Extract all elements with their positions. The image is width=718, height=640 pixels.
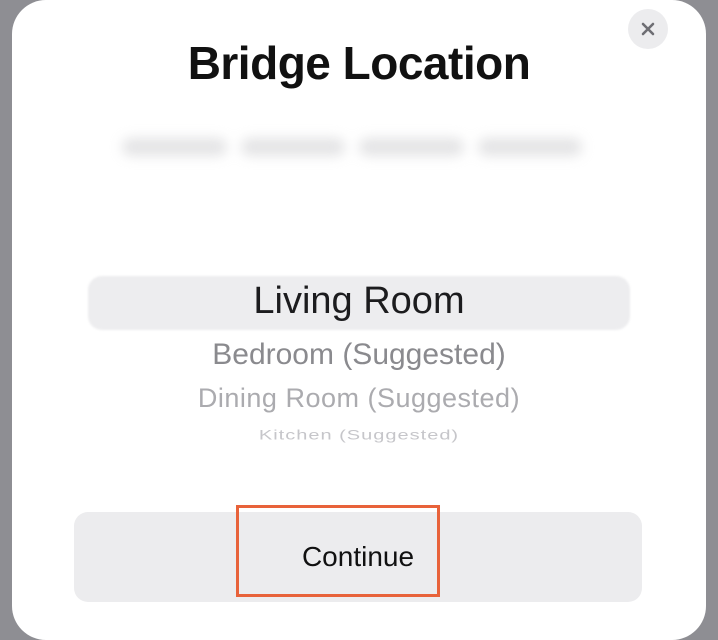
picker-blurred-row-top: ​ (12, 238, 706, 269)
picker-blurred-row-bottom: ​ (12, 452, 706, 470)
continue-button[interactable]: Continue (74, 512, 642, 602)
blurred-description (122, 130, 582, 164)
picker-option[interactable]: Kitchen (Suggested) (12, 427, 706, 443)
picker-selected-option[interactable]: Living Room (12, 280, 706, 323)
continue-button-label: Continue (301, 541, 415, 572)
page-title: Bridge Location (187, 37, 531, 89)
close-icon (641, 22, 655, 36)
room-picker[interactable]: ​ Living Room Bedroom (Suggested) Dining… (12, 220, 706, 470)
picker-option[interactable]: Bedroom (Suggested) (12, 338, 706, 372)
picker-option[interactable]: Dining Room (Suggested) (12, 383, 706, 414)
bridge-location-sheet: Bridge Location ​ Living Room Bedroom (S… (12, 0, 706, 640)
